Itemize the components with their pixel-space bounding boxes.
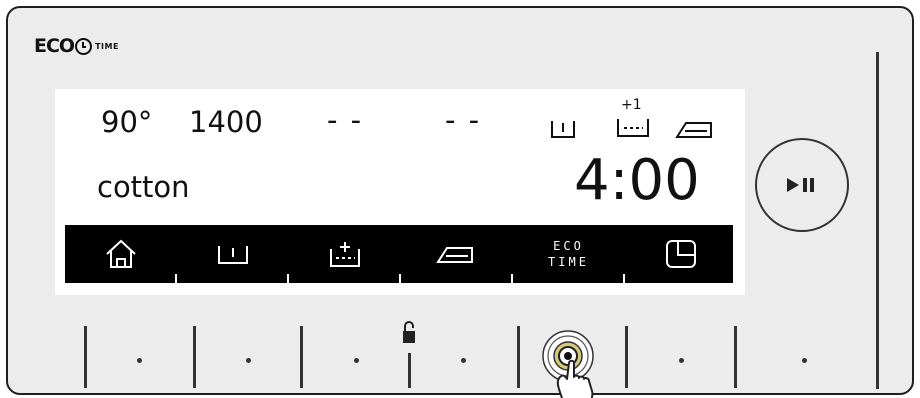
- eco-time-line1: ECO: [553, 239, 584, 253]
- logo-eco-text: ECO: [34, 35, 75, 57]
- temperature-value: 90°: [101, 105, 153, 139]
- button-divider: [300, 326, 303, 388]
- menu-bar: ECO TIME: [65, 225, 733, 283]
- button-divider: [193, 326, 196, 388]
- button-divider: [625, 326, 628, 388]
- pressed-touch-button[interactable]: [538, 325, 620, 398]
- iron-status-icon: [675, 122, 712, 138]
- timer-icon: [665, 240, 696, 268]
- extra-rinse-status: +1: [615, 97, 655, 139]
- display-screen: 90° 1400 - - - - +1 cotton 4:00 ECO TIME: [55, 89, 745, 295]
- eco-time-label: ECO TIME: [548, 238, 589, 270]
- touch-button-dot-2[interactable]: [246, 358, 251, 363]
- eco-time-logo: ECO TIME: [34, 35, 119, 57]
- option2-value: - -: [445, 103, 482, 137]
- play-pause-icon: [787, 178, 814, 192]
- spin-speed-value: 1400: [189, 105, 263, 139]
- button-divider: [517, 326, 520, 388]
- button-divider: [734, 326, 737, 388]
- eco-time-line2: TIME: [548, 255, 589, 269]
- program-name: cotton: [97, 170, 190, 204]
- menu-item-delay-timer[interactable]: [625, 225, 736, 283]
- menu-item-extra-rinse[interactable]: [289, 225, 400, 283]
- touch-button-dot-1[interactable]: [137, 358, 142, 363]
- extra-rinse-icon: [329, 242, 360, 267]
- touch-button-dot-4[interactable]: [461, 358, 466, 363]
- option1-value: - -: [327, 103, 364, 137]
- menu-item-prewash[interactable]: [177, 225, 288, 283]
- touch-button-dot-7[interactable]: [802, 358, 807, 363]
- clock-icon: [75, 37, 93, 55]
- button-divider: [408, 353, 411, 388]
- menu-item-easy-iron[interactable]: [401, 225, 512, 283]
- touch-button-dot-6[interactable]: [679, 358, 684, 363]
- button-divider: [84, 326, 87, 388]
- touch-button-dot-3[interactable]: [354, 358, 359, 363]
- home-icon: [105, 239, 136, 268]
- extra-rinse-count: +1: [621, 97, 642, 113]
- extra-rinse-status-icon: [617, 119, 649, 137]
- menu-item-eco-time[interactable]: ECO TIME: [513, 225, 624, 283]
- remaining-time: 4:00: [574, 148, 700, 213]
- prewash-status-icon: [551, 121, 575, 138]
- start-pause-button[interactable]: [755, 138, 849, 232]
- padlock-icon: [403, 321, 415, 343]
- iron-icon: [435, 247, 473, 263]
- menu-item-home[interactable]: [65, 225, 176, 283]
- panel-divider: [876, 52, 879, 389]
- logo-time-text: TIME: [95, 41, 119, 51]
- prewash-icon: [217, 246, 248, 264]
